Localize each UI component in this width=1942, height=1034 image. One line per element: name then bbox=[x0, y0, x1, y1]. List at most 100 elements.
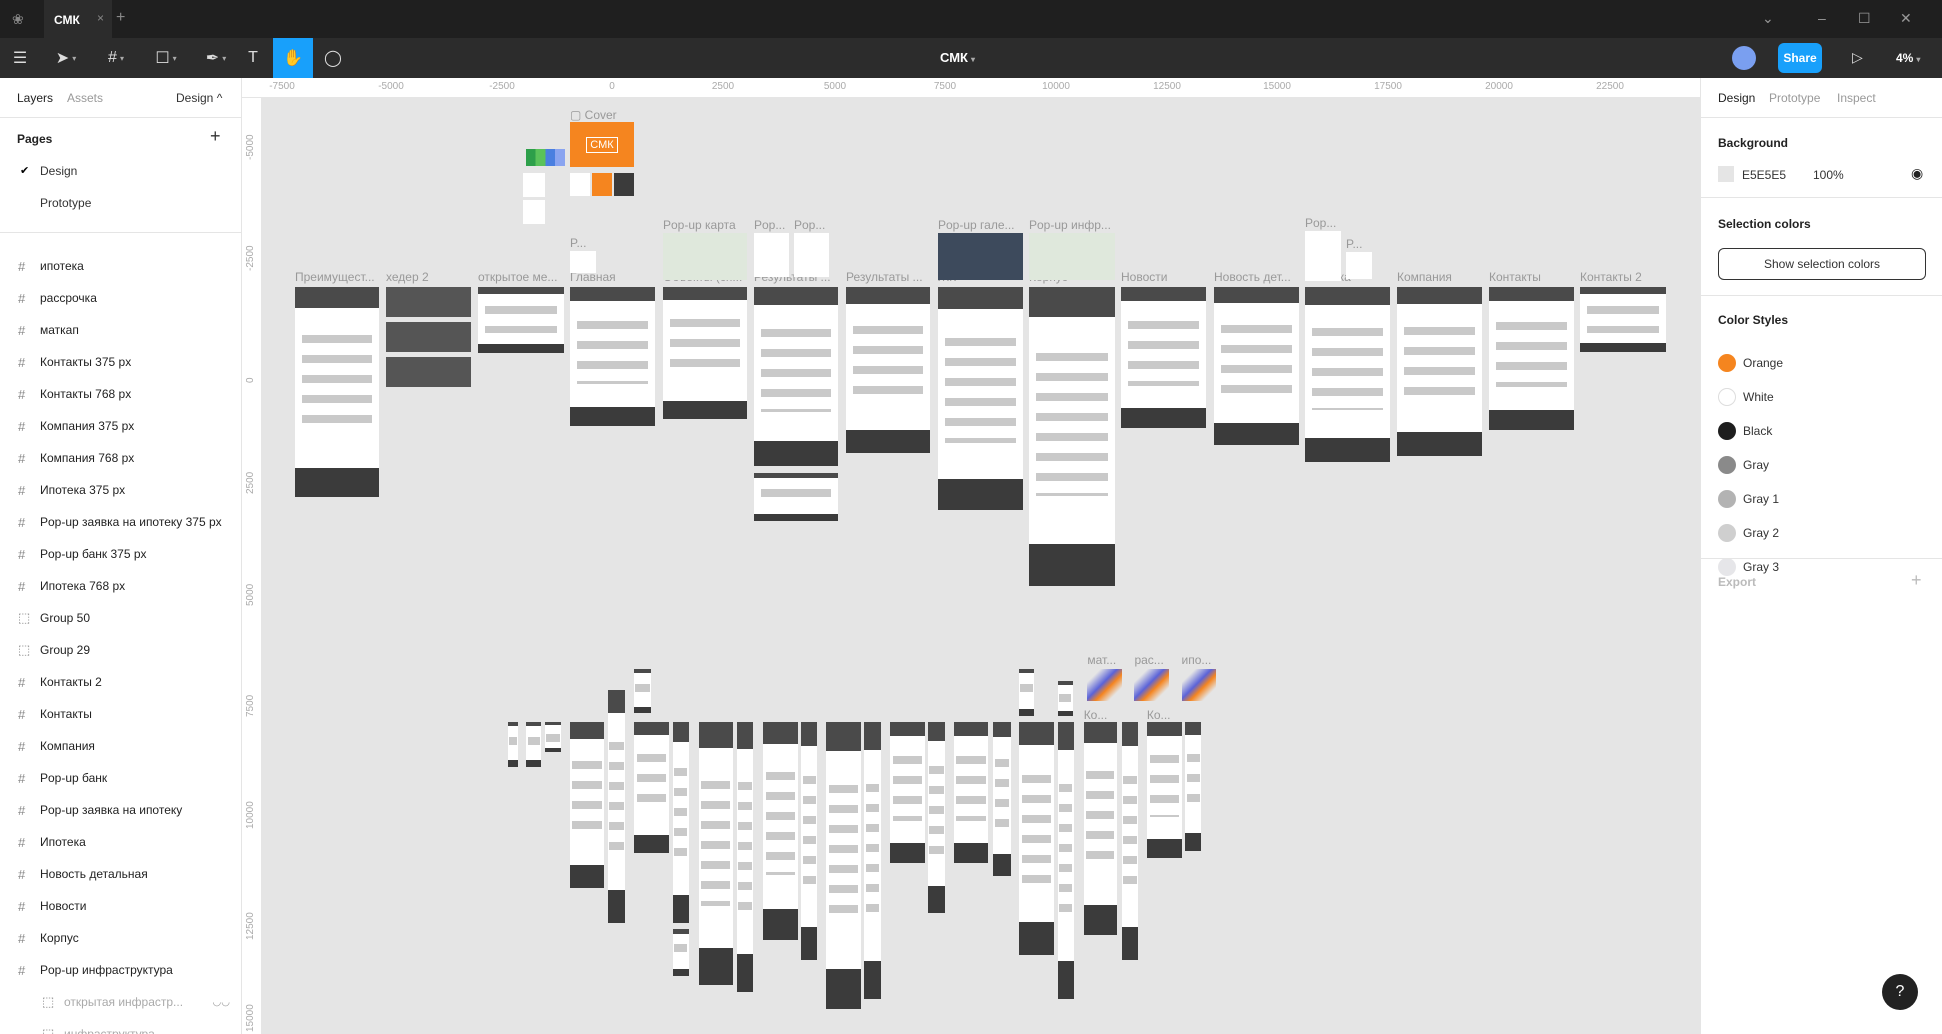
frame-tool[interactable]: # ▾ bbox=[96, 38, 136, 78]
page-frame[interactable] bbox=[1489, 287, 1574, 430]
layer-item[interactable]: # Контакты 375 px bbox=[0, 346, 241, 378]
layer-item[interactable]: # Ипотека 768 px bbox=[0, 570, 241, 602]
comment-tool[interactable]: ◯ bbox=[313, 38, 353, 78]
help-button[interactable]: ? bbox=[1882, 974, 1918, 1010]
page-frame[interactable] bbox=[634, 722, 669, 854]
popup-frame[interactable] bbox=[663, 233, 747, 280]
pen-tool[interactable]: ✒ ▾ bbox=[196, 38, 236, 78]
frame-label[interactable]: Новости bbox=[1121, 270, 1167, 284]
illustration-frame[interactable] bbox=[1134, 668, 1170, 701]
page-frame[interactable] bbox=[1057, 681, 1073, 716]
page-frame[interactable] bbox=[927, 722, 945, 913]
page-design[interactable]: Design bbox=[40, 164, 77, 178]
share-button[interactable]: Share bbox=[1778, 43, 1822, 73]
page-frame[interactable] bbox=[569, 722, 605, 888]
page-frame[interactable] bbox=[570, 287, 655, 426]
zoom-level-dropdown[interactable]: 4% ▾ bbox=[1896, 51, 1920, 65]
page-switcher[interactable]: Design ^ bbox=[176, 91, 222, 105]
layer-item[interactable]: # Ипотека bbox=[0, 826, 241, 858]
logo-variant-dark[interactable] bbox=[614, 173, 634, 196]
move-tool[interactable]: ➤ ▾ bbox=[46, 38, 86, 78]
popup-frame[interactable] bbox=[1305, 231, 1341, 281]
illustration-frame[interactable] bbox=[1181, 668, 1217, 701]
logo-variant-white[interactable] bbox=[570, 173, 590, 196]
color-swatch[interactable] bbox=[1718, 354, 1736, 372]
page-frame[interactable] bbox=[672, 928, 689, 976]
page-frame[interactable] bbox=[634, 668, 652, 714]
present-play-icon[interactable]: ▷ bbox=[1852, 49, 1863, 66]
new-tab-button[interactable]: + bbox=[116, 9, 125, 27]
frame-label[interactable]: Компания bbox=[1397, 270, 1452, 284]
page-frame[interactable] bbox=[1397, 287, 1482, 456]
frame-label[interactable]: Pop-up инфр... bbox=[1029, 218, 1111, 232]
tab-prototype[interactable]: Prototype bbox=[1769, 91, 1820, 105]
frame-label[interactable]: P... bbox=[1346, 237, 1362, 251]
layer-item[interactable]: # Компания 375 px bbox=[0, 410, 241, 442]
canvas[interactable]: ▢ Cover СМК Преимущест... хедер 2 открытое… bbox=[262, 98, 1700, 1034]
layer-item[interactable]: ⬚ Group 29 bbox=[0, 634, 241, 666]
page-frame[interactable] bbox=[1146, 722, 1182, 859]
layer-item[interactable]: # Ипотека 375 px bbox=[0, 474, 241, 506]
color-swatch[interactable] bbox=[1718, 388, 1736, 406]
layer-item[interactable]: # Pop-up инфраструктура bbox=[0, 954, 241, 986]
shape-tool[interactable]: ☐ ▾ bbox=[146, 38, 186, 78]
chevron-down-icon[interactable]: ⌄ bbox=[1762, 10, 1774, 27]
layer-item[interactable]: # Компания 768 px bbox=[0, 442, 241, 474]
layer-item[interactable]: # Новости bbox=[0, 890, 241, 922]
frame-label[interactable]: хедер 2 bbox=[386, 270, 429, 284]
frame-label[interactable]: Pop-up карта bbox=[663, 218, 736, 232]
main-menu-icon[interactable]: ☰ bbox=[0, 38, 40, 78]
color-style-name[interactable]: Gray bbox=[1743, 458, 1769, 472]
page-frame[interactable] bbox=[1580, 287, 1666, 352]
popup-frame[interactable] bbox=[938, 233, 1023, 280]
hidden-eye-icon[interactable]: ◡◡ bbox=[213, 997, 230, 1008]
page-frame[interactable] bbox=[672, 722, 689, 923]
frame-label[interactable]: Ко... bbox=[1147, 708, 1171, 722]
popup-frame[interactable] bbox=[1346, 252, 1372, 279]
frame-label[interactable]: ипо... bbox=[1182, 653, 1212, 667]
layer-item[interactable]: # Корпус bbox=[0, 922, 241, 954]
frame-label[interactable]: Результаты ... bbox=[846, 270, 923, 284]
layer-item[interactable]: # ипотека bbox=[0, 250, 241, 282]
layer-item[interactable]: # Pop-up банк bbox=[0, 762, 241, 794]
layer-item[interactable]: # Компания bbox=[0, 730, 241, 762]
page-prototype[interactable]: Prototype bbox=[40, 196, 91, 210]
layer-item[interactable]: # маткап bbox=[0, 314, 241, 346]
logo-variant-orange[interactable] bbox=[592, 173, 612, 196]
page-frame[interactable] bbox=[608, 689, 626, 923]
tab-inspect[interactable]: Inspect bbox=[1837, 91, 1876, 105]
eye-icon[interactable]: ◉ bbox=[1911, 165, 1923, 182]
close-window-button[interactable]: ✕ bbox=[1900, 10, 1912, 27]
hand-tool[interactable]: ✋ bbox=[273, 38, 313, 78]
page-frame[interactable] bbox=[846, 287, 930, 453]
background-opacity[interactable]: 100% bbox=[1813, 168, 1844, 182]
layer-item[interactable]: # Pop-up банк 375 px bbox=[0, 538, 241, 570]
page-frame[interactable] bbox=[1121, 287, 1206, 428]
frame-label[interactable]: Контакты bbox=[1489, 270, 1541, 284]
color-style-name[interactable]: Gray 1 bbox=[1743, 492, 1779, 506]
maximize-button[interactable]: ☐ bbox=[1858, 10, 1871, 27]
tab-layers[interactable]: Layers bbox=[17, 91, 53, 105]
frame-label[interactable]: рас... bbox=[1134, 653, 1163, 667]
color-swatch[interactable] bbox=[1718, 524, 1736, 542]
color-style-name[interactable]: Orange bbox=[1743, 356, 1783, 370]
page-frame[interactable] bbox=[762, 722, 798, 940]
layer-item[interactable]: ⬚ инфраструктура ◡◡ bbox=[0, 1018, 241, 1034]
page-frame[interactable] bbox=[754, 287, 838, 466]
layer-item[interactable]: # Pop-up заявка на ипотеку 375 px bbox=[0, 506, 241, 538]
page-frame[interactable] bbox=[1083, 722, 1118, 936]
cover-frame[interactable]: СМК bbox=[570, 122, 634, 167]
layer-item[interactable]: ⬚ Group 50 bbox=[0, 602, 241, 634]
figma-logo-icon[interactable]: ❀ bbox=[12, 11, 24, 28]
frame-label[interactable]: мат... bbox=[1087, 653, 1116, 667]
page-frame[interactable] bbox=[1214, 287, 1299, 445]
background-hex[interactable]: E5E5E5 bbox=[1742, 168, 1786, 182]
small-frame[interactable] bbox=[523, 200, 545, 224]
layer-item[interactable]: # Контакты 2 bbox=[0, 666, 241, 698]
popup-frame[interactable] bbox=[794, 233, 829, 277]
page-frame[interactable] bbox=[698, 722, 734, 985]
header-frame[interactable] bbox=[386, 322, 471, 352]
user-avatar[interactable] bbox=[1732, 46, 1756, 70]
page-frame[interactable] bbox=[938, 287, 1023, 510]
frame-label[interactable]: Контакты 2 bbox=[1580, 270, 1642, 284]
